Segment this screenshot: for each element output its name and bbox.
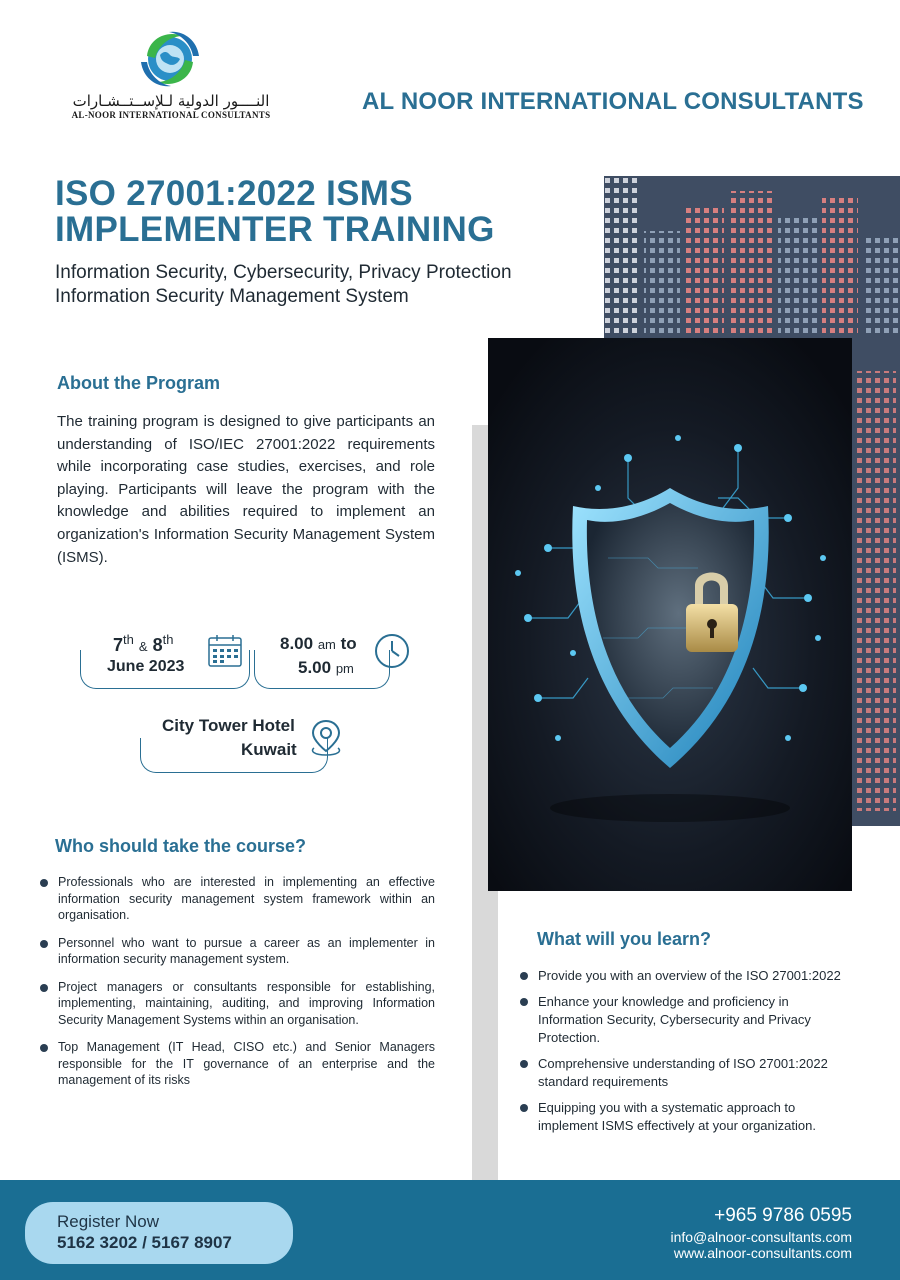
- date-day-2: 8: [152, 635, 163, 655]
- register-phones[interactable]: 5162 3202 / 5167 8907: [57, 1233, 232, 1253]
- event-dates: 7th & 8th: [113, 630, 173, 657]
- time-end-unit: pm: [335, 661, 354, 676]
- subtitle-line-1: Information Security, Cybersecurity, Pri…: [55, 262, 512, 283]
- contact-phone[interactable]: +965 9786 0595: [714, 1205, 852, 1227]
- learn-heading: What will you learn?: [537, 929, 712, 949]
- register-label: Register Now: [57, 1212, 160, 1231]
- event-month-year: June 2023: [107, 658, 185, 675]
- date-day-1: 7: [113, 635, 124, 655]
- event-start-time: 8.00 am to: [280, 634, 357, 654]
- who-heading: Who should take the course?: [55, 836, 307, 856]
- logo-globe-icon: [137, 28, 203, 90]
- title-line-1: ISO 27001:2022 ISMS: [55, 174, 413, 213]
- who-list: Professionals who are interested in impl…: [40, 874, 435, 1100]
- list-item: Comprehensive understanding of ISO 27001…: [520, 1055, 852, 1091]
- list-item: Provide you with an overview of the ISO …: [520, 967, 852, 985]
- location-pin-icon: [308, 718, 344, 763]
- learn-list: Provide you with an overview of the ISO …: [520, 967, 852, 1143]
- subtitle-line-2: Information Security Management System: [55, 286, 409, 307]
- event-city: Kuwait: [241, 740, 297, 759]
- list-item: Top Management (IT Head, CISO etc.) and …: [40, 1039, 435, 1089]
- list-item: Equipping you with a systematic approach…: [520, 1099, 852, 1135]
- date-day-2-suffix: th: [162, 632, 174, 647]
- contact-email[interactable]: info@alnoor-consultants.com: [670, 1229, 852, 1245]
- page-title: ISO 27001:2022 ISMS IMPLEMENTER TRAINING: [55, 176, 495, 248]
- list-item: Project managers or consultants responsi…: [40, 979, 435, 1029]
- page-subtitle: Information Security, Cybersecurity, Pri…: [55, 261, 512, 309]
- event-venue: City Tower Hotel: [162, 716, 295, 735]
- about-text: The training program is designed to give…: [57, 413, 435, 566]
- list-item: Professionals who are interested in impl…: [40, 874, 435, 924]
- venue-underline: [140, 738, 328, 773]
- about-heading: About the Program: [57, 373, 221, 393]
- date-ampersand: &: [138, 639, 148, 654]
- calendar-icon: [206, 632, 244, 675]
- time-end: 5.00: [298, 658, 332, 677]
- cybersecurity-shield-image: [488, 338, 852, 891]
- time-start-unit: am: [317, 637, 336, 652]
- company-name: AL NOOR INTERNATIONAL CONSULTANTS: [362, 88, 864, 115]
- logo-arabic-text: النــــور الدولية لـلإســتــشـارات: [72, 92, 270, 110]
- title-line-2: IMPLEMENTER TRAINING: [55, 210, 495, 249]
- date-day-1-suffix: th: [123, 632, 134, 647]
- contact-website[interactable]: www.alnoor-consultants.com: [674, 1245, 852, 1261]
- clock-icon: [373, 632, 411, 675]
- logo-english-text: AL-NOOR INTERNATIONAL CONSULTANTS: [71, 110, 271, 120]
- list-item: Enhance your knowledge and proficiency i…: [520, 993, 852, 1047]
- event-end-time: 5.00 pm: [298, 658, 354, 678]
- time-to: to: [340, 634, 357, 653]
- time-start: 8.00: [280, 634, 314, 653]
- list-item: Personnel who want to pursue a career as…: [40, 935, 435, 968]
